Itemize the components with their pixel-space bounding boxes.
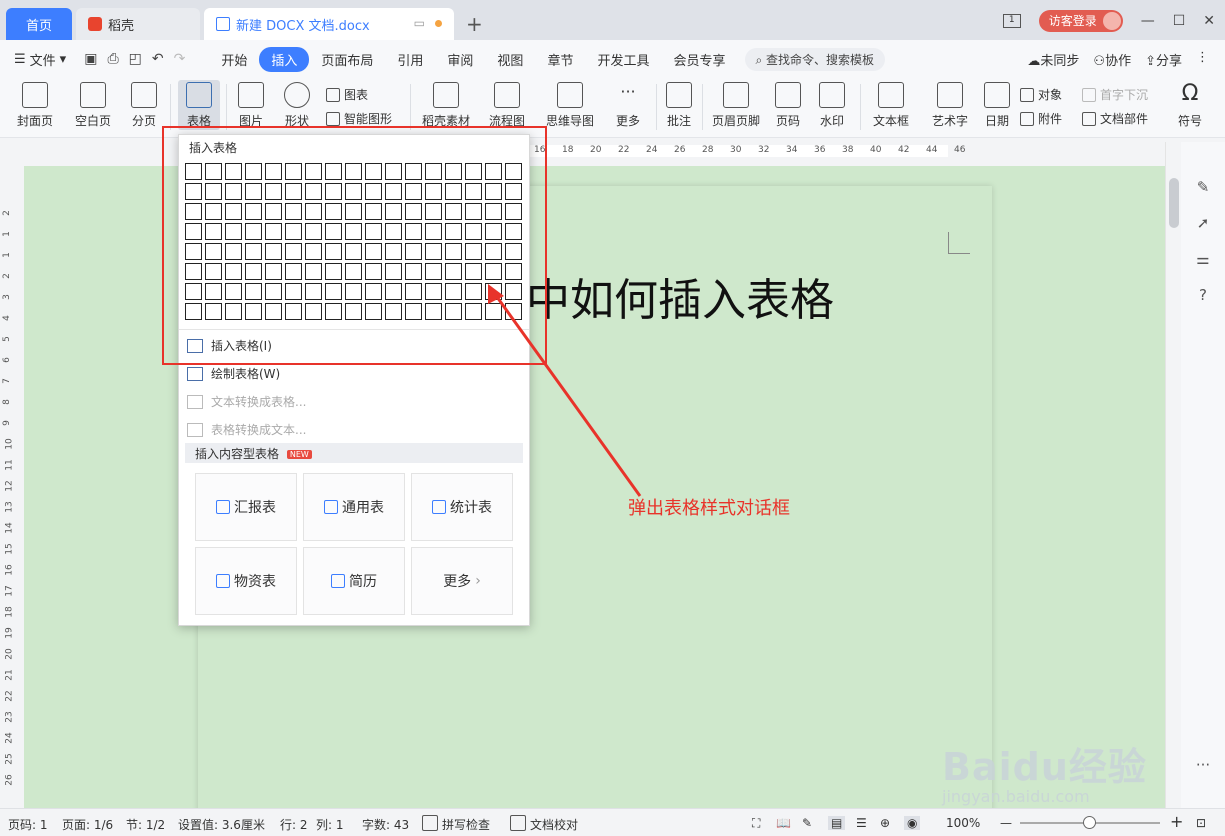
fullscreen-icon[interactable]: ⛶ <box>752 816 760 831</box>
proofread-icon <box>510 815 526 831</box>
status-line: 行: 2 <box>280 818 308 832</box>
proofread-button[interactable]: 文档校对 <box>530 816 578 833</box>
edit-mode-icon[interactable]: ✎ <box>802 816 812 830</box>
status-section[interactable]: 节: 1/2 <box>126 816 165 833</box>
fit-page-icon[interactable]: ⊡ <box>1196 816 1206 830</box>
status-setting[interactable]: 设置值: 3.6厘米 <box>178 816 265 833</box>
spellcheck-button[interactable]: 拼写检查 <box>442 816 490 833</box>
page-view-icon[interactable]: ▤ <box>828 816 846 830</box>
annotation-arrow <box>488 284 642 497</box>
spellcheck-icon <box>422 815 438 831</box>
zoom-out-button[interactable]: — <box>1000 816 1012 830</box>
zoom-in-button[interactable]: + <box>1170 812 1183 831</box>
outline-view-icon[interactable]: ☰ <box>856 816 867 830</box>
status-col: 列: 1 <box>316 818 344 832</box>
status-page[interactable]: 页面: 1/6 <box>62 816 113 833</box>
status-bar: 页码: 1 页面: 1/6 节: 1/2 设置值: 3.6厘米 行: 2 列: … <box>0 808 1225 836</box>
status-page-code[interactable]: 页码: 1 <box>8 816 48 833</box>
eye-protect-icon[interactable]: ◉ <box>904 816 921 830</box>
watermark-brand: Baidu经验 <box>942 745 1147 789</box>
arrow-shaft <box>490 289 642 497</box>
read-mode-icon[interactable]: 📖 <box>776 816 791 830</box>
web-view-icon[interactable]: ⊕ <box>880 816 890 830</box>
annotation-text: 弹出表格样式对话框 <box>628 498 790 519</box>
status-wordcount[interactable]: 字数: 43 <box>362 816 409 833</box>
zoom-slider-knob[interactable] <box>1083 816 1096 829</box>
baidu-jingyan-watermark: Baidu经验 jingyan.baidu.com <box>942 736 1147 806</box>
zoom-level[interactable]: 100% <box>946 816 980 830</box>
